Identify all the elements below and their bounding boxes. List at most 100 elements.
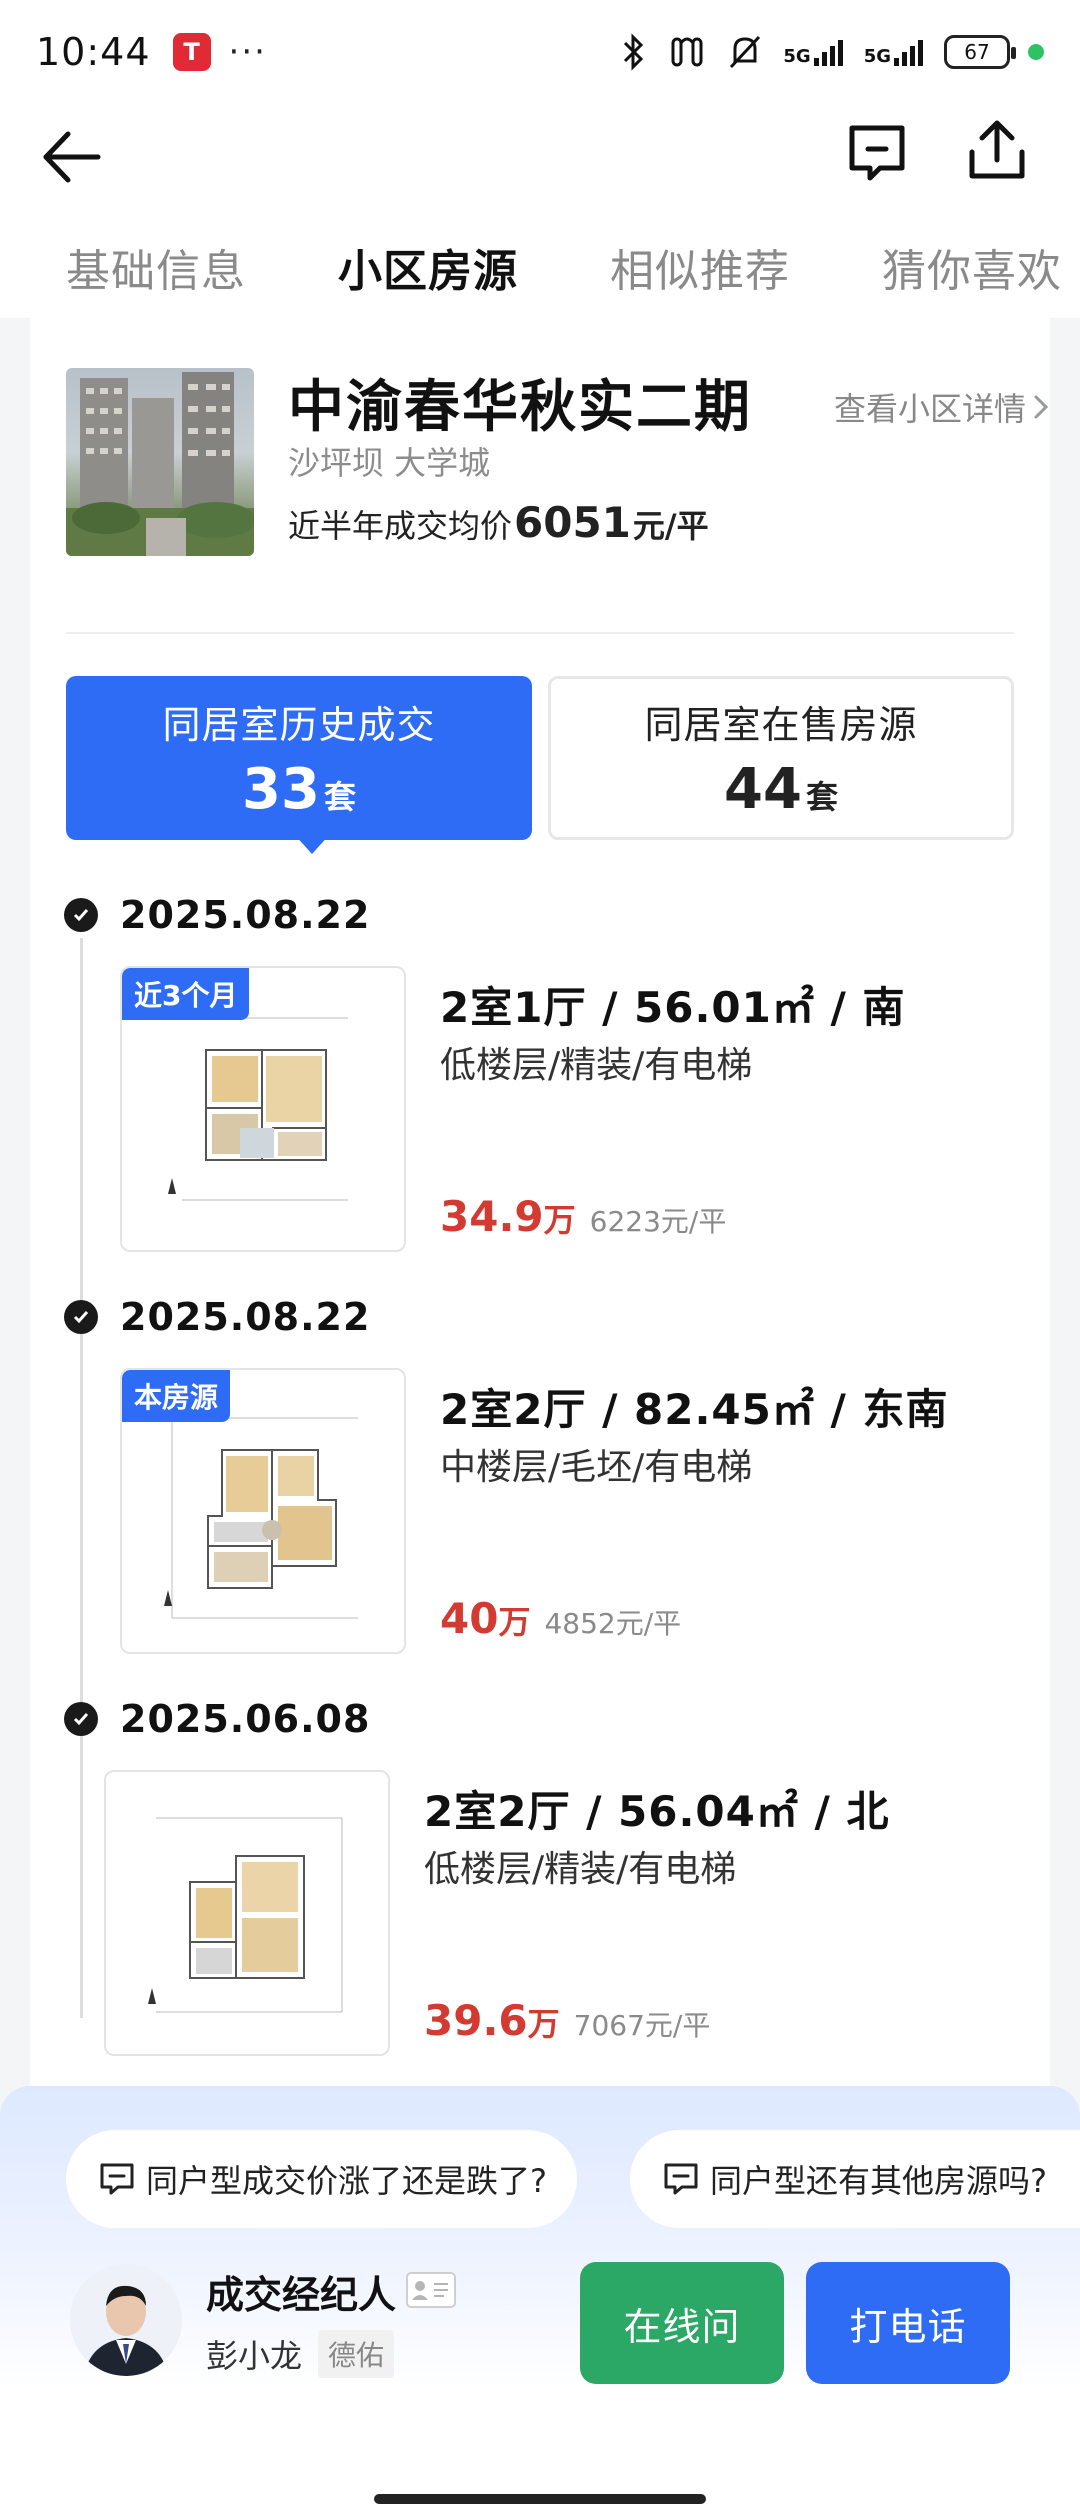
home-indicator-bar[interactable] <box>374 2494 706 2504</box>
floorplan-image: 近3个月 <box>120 966 406 1252</box>
signal-2: 5G <box>864 38 926 66</box>
quick-question-price-trend[interactable]: 同户型成交价涨了还是跌了? <box>66 2130 577 2228</box>
history-deals-value: 33 套 <box>242 757 356 822</box>
call-button[interactable]: 打电话 <box>806 2262 1010 2384</box>
price-total: 40 <box>440 1594 499 1643</box>
network-type-1: 5G <box>783 46 811 67</box>
status-icons: 5G 5G 67 <box>619 33 1044 71</box>
avg-price-value: 6051 <box>514 498 631 547</box>
chat-bubble-icon[interactable] <box>842 118 912 188</box>
deal-listing[interactable]: 本房源 2室2厅 / 82.45㎡ / 东南 中楼层/毛坯/有电梯 40 万 4… <box>30 1368 1050 1658</box>
online-consult-button[interactable]: 在线问 <box>580 2262 784 2384</box>
check-circle-icon <box>64 1702 98 1736</box>
price-per-sqm: 7067元/平 <box>573 2009 711 2042</box>
history-deals-unit: 套 <box>323 778 356 816</box>
listing-price: 34.9 万 6223元/平 <box>440 1192 726 1241</box>
listing-price: 39.6 万 7067元/平 <box>424 1996 710 2045</box>
check-circle-icon <box>64 1300 98 1334</box>
active-tab-pointer <box>294 834 330 854</box>
listing-features: 低楼层/精装/有电梯 <box>440 1045 753 1086</box>
avg-price-unit: 元/平 <box>632 507 709 545</box>
timeline-date-row: 2025.06.08 <box>64 1697 370 1741</box>
quick-question-label: 同户型还有其他房源吗? <box>710 2162 1047 2200</box>
business-card-icon[interactable] <box>406 2272 456 2308</box>
deal-listing[interactable]: 2室2厅 / 56.04㎡ / 北 低楼层/精装/有电梯 39.6 万 7067… <box>30 1770 1050 2060</box>
tab-basic-info[interactable]: 基础信息 <box>66 235 246 299</box>
timeline-date-row: 2025.08.22 <box>64 1295 370 1339</box>
mute-bell-icon <box>730 35 761 69</box>
price-total: 39.6 <box>424 1996 528 2045</box>
status-bar: 10:44 T ··· 5G 5G 67 <box>0 0 1080 104</box>
arrow-left-icon[interactable] <box>38 122 108 192</box>
history-deals-label: 同居室历史成交 <box>162 703 436 747</box>
battery-indicator: 67 <box>944 35 1016 69</box>
agent-portrait <box>70 2264 182 2376</box>
price-per-sqm: 4852元/平 <box>544 1607 682 1640</box>
tab-guess-you-like[interactable]: 猜你喜欢 <box>882 235 1062 299</box>
network-type-2: 5G <box>863 46 891 67</box>
chevron-right-icon <box>1034 395 1049 419</box>
view-community-detail-link[interactable]: 查看小区详情 <box>834 384 1050 430</box>
floorplan-image <box>104 1770 390 2056</box>
share-upload-icon[interactable] <box>962 116 1032 186</box>
tab-history-deals[interactable]: 同居室历史成交 33 套 <box>66 676 532 840</box>
tab-bar: 基础信息 小区房源 相似推荐 猜你喜欢 <box>0 216 1080 318</box>
agent-avatar[interactable] <box>70 2264 182 2376</box>
headphones-icon <box>671 37 703 67</box>
listing-title: 2室2厅 / 56.04㎡ / 北 <box>424 1787 890 1836</box>
price-per-sqm: 6223元/平 <box>589 1205 727 1238</box>
listing-title: 2室1厅 / 56.01㎡ / 南 <box>440 983 906 1032</box>
check-circle-icon <box>64 898 98 932</box>
listing-tag: 近3个月 <box>122 968 250 1020</box>
deal-listing[interactable]: 近3个月 2室1厅 / 56.01㎡ / 南 低楼层/精装/有电梯 34.9 万… <box>30 966 1050 1256</box>
deal-date: 2025.06.08 <box>120 1697 371 1741</box>
listing-tag: 本房源 <box>122 1370 231 1422</box>
bottom-action-panel: 同户型成交价涨了还是跌了? 同户型还有其他房源吗? 成交经纪人 彭小龙 德佑 在… <box>0 2086 1080 2520</box>
listing-features: 低楼层/精装/有电梯 <box>424 1849 737 1890</box>
community-avg-price: 近半年成交均价 6051 元/平 <box>288 498 709 547</box>
nav-header <box>0 104 1080 216</box>
price-total: 34.9 <box>440 1192 544 1241</box>
more-notifications-icon: ··· <box>228 32 267 72</box>
on-sale-unit: 套 <box>805 778 838 816</box>
on-sale-count: 44 <box>724 757 802 822</box>
community-area: 沙坪坝 大学城 <box>288 444 491 482</box>
listing-title: 2室2厅 / 82.45㎡ / 东南 <box>440 1385 949 1434</box>
price-total-unit: 万 <box>543 1201 576 1239</box>
price-total-unit: 万 <box>498 1603 531 1641</box>
quick-question-other-listings[interactable]: 同户型还有其他房源吗? <box>630 2130 1080 2228</box>
agent-company-badge: 德佑 <box>318 2330 395 2378</box>
agent-name: 彭小龙 <box>206 2337 303 2375</box>
tab-similar-recommend[interactable]: 相似推荐 <box>610 235 790 299</box>
community-photo[interactable] <box>66 368 254 556</box>
community-card: 中渝春华秋实二期 沙坪坝 大学城 近半年成交均价 6051 元/平 查看小区详情… <box>30 318 1050 2118</box>
listing-price: 40 万 4852元/平 <box>440 1594 681 1643</box>
listing-features: 中楼层/毛坯/有电梯 <box>440 1447 753 1488</box>
on-sale-label: 同居室在售房源 <box>644 703 918 747</box>
quick-question-label: 同户型成交价涨了还是跌了? <box>146 2162 547 2200</box>
community-name: 中渝春华秋实二期 <box>288 375 752 440</box>
avg-price-label: 近半年成交均价 <box>288 507 513 545</box>
deal-date: 2025.08.22 <box>120 893 371 937</box>
deal-date: 2025.08.22 <box>120 1295 371 1339</box>
agent-info: 彭小龙 德佑 <box>206 2330 395 2378</box>
price-total-unit: 万 <box>527 2005 560 2043</box>
battery-level: 67 <box>964 40 990 64</box>
divider <box>66 632 1014 634</box>
status-time: 10:44 <box>36 30 151 74</box>
bluetooth-icon <box>624 33 644 71</box>
timeline-date-row: 2025.08.22 <box>64 893 370 937</box>
app-notification-icon: T <box>172 33 211 71</box>
history-deals-count: 33 <box>242 757 320 822</box>
view-detail-label: 查看小区详情 <box>833 390 1026 428</box>
chat-bubble-icon <box>664 2163 698 2195</box>
signal-bars-icon <box>813 40 843 66</box>
privacy-indicator-dot <box>1028 44 1044 60</box>
chat-bubble-icon <box>100 2163 134 2195</box>
floorplan-image: 本房源 <box>120 1368 406 1654</box>
floorplan-drawing <box>148 1817 343 2013</box>
tab-community-listings[interactable]: 小区房源 <box>338 235 518 303</box>
signal-1: 5G <box>783 38 845 66</box>
on-sale-value: 44 套 <box>724 757 838 822</box>
tab-on-sale-listings[interactable]: 同居室在售房源 44 套 <box>548 676 1014 840</box>
